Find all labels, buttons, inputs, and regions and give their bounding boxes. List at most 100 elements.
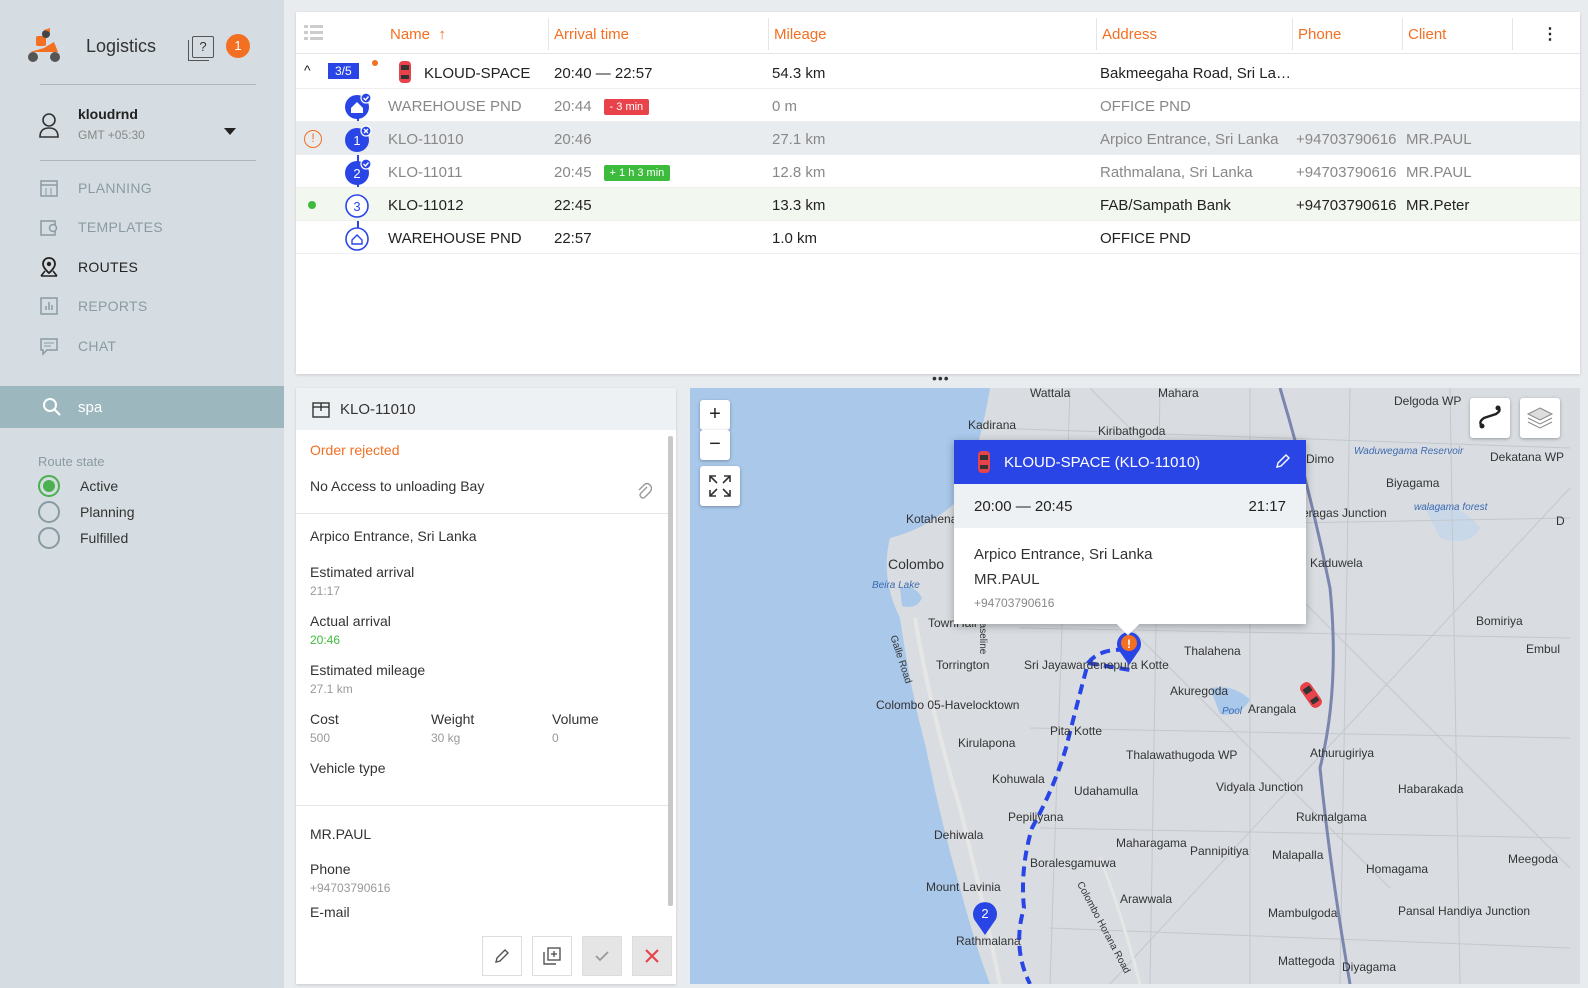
vehicle-type: Vehicle type bbox=[310, 760, 386, 776]
map-label: Delgoda WP bbox=[1394, 394, 1462, 408]
column-header-mileage[interactable]: Mileage bbox=[774, 26, 827, 43]
divider bbox=[40, 160, 256, 161]
table-row[interactable]: WAREHOUSE PND 20:44- 3 min 0 m OFFICE PN… bbox=[296, 89, 1580, 122]
nav-chat-label: CHAT bbox=[78, 337, 117, 354]
nav-chat[interactable]: CHAT bbox=[38, 326, 268, 366]
vehicle-icon bbox=[978, 451, 990, 473]
table-row[interactable]: ! 1 KLO-11010 20:46 27.1 km Arpico Entra… bbox=[296, 122, 1580, 155]
column-settings-icon[interactable] bbox=[304, 24, 324, 42]
map-label: Kohuwala bbox=[992, 772, 1045, 786]
table-row[interactable]: 2 KLO-11011 20:45 + 1 h 3 min 12.8 km Rat… bbox=[296, 155, 1580, 188]
pencil-icon bbox=[495, 949, 509, 963]
duplicate-button[interactable] bbox=[532, 936, 572, 976]
popup-address: Arpico Entrance, Sri Lanka bbox=[974, 546, 1153, 563]
svg-text:!: ! bbox=[1127, 637, 1131, 651]
radio-button[interactable] bbox=[38, 527, 60, 549]
chat-icon bbox=[38, 335, 60, 357]
reject-button[interactable] bbox=[632, 936, 672, 976]
map-label: Pannipitiya bbox=[1190, 844, 1249, 858]
nav-routes[interactable]: ROUTES bbox=[38, 247, 268, 287]
map-label: Rukmalgama bbox=[1296, 810, 1367, 824]
column-divider bbox=[1096, 18, 1097, 50]
fullscreen-button[interactable] bbox=[700, 466, 740, 506]
radio-active[interactable]: Active bbox=[38, 473, 135, 499]
nav-planning[interactable]: PLANNING bbox=[38, 168, 268, 208]
stop-mileage: 13.3 km bbox=[772, 197, 826, 214]
active-dot bbox=[308, 201, 316, 209]
user-timezone: GMT +05:30 bbox=[78, 128, 145, 142]
radio-label: Active bbox=[80, 478, 119, 494]
map-label: Dehiwala bbox=[934, 828, 984, 842]
route-map[interactable]: Wattala Mahara Kadirana Kiribathgoda Del… bbox=[690, 388, 1580, 984]
map-label: Beira Lake bbox=[872, 580, 920, 591]
search-bar bbox=[0, 386, 284, 428]
stop-mileage: 0 m bbox=[772, 98, 798, 115]
map-label: Bomiriya bbox=[1476, 614, 1523, 628]
radio-planning[interactable]: Planning bbox=[38, 499, 135, 525]
detail-header: KLO-11010 bbox=[296, 388, 676, 430]
client-name: MR.PAUL bbox=[310, 826, 372, 842]
user-menu[interactable]: kloudrnd GMT +05:30 bbox=[38, 104, 258, 148]
package-icon bbox=[312, 402, 330, 418]
collapse-chevron-icon[interactable]: ^ bbox=[304, 62, 311, 78]
edit-button[interactable] bbox=[482, 936, 522, 976]
stop-2-marker-icon[interactable]: 2 bbox=[970, 898, 1000, 936]
divider bbox=[40, 84, 256, 85]
column-header-phone[interactable]: Phone bbox=[1298, 26, 1341, 43]
sort-arrow-icon[interactable]: ↑ bbox=[438, 26, 446, 43]
route-state-filter: Route state Active Planning Fulfilled bbox=[38, 454, 135, 551]
caret-down-icon[interactable] bbox=[224, 128, 236, 135]
detail-scroll-area[interactable]: Order rejected No Access to unloading Ba… bbox=[296, 430, 668, 920]
scrollbar[interactable] bbox=[668, 436, 673, 906]
help-icon[interactable]: ? bbox=[188, 36, 214, 61]
vehicle-location-icon[interactable] bbox=[1296, 678, 1326, 712]
notification-badge[interactable]: 1 bbox=[226, 34, 250, 58]
table-row[interactable]: 3 KLO-11012 22:45 13.3 km FAB/Sampath Ba… bbox=[296, 188, 1580, 221]
check-icon bbox=[595, 951, 609, 962]
map-label: Embul bbox=[1526, 642, 1561, 656]
route-state-title: Route state bbox=[38, 454, 105, 469]
map-label: Udahamulla bbox=[1074, 784, 1139, 798]
panel-resize-handle[interactable]: ••• bbox=[932, 370, 950, 386]
column-divider bbox=[548, 18, 549, 50]
popup-header: KLOUD-SPACE (KLO-11010) bbox=[954, 440, 1306, 484]
radio-button-checked[interactable] bbox=[38, 475, 60, 497]
route-toggle-button[interactable] bbox=[1470, 398, 1510, 438]
radio-button[interactable] bbox=[38, 501, 60, 523]
estimated-arrival: Estimated arrival 21:17 bbox=[310, 564, 415, 598]
map-label: Arangala bbox=[1248, 702, 1297, 716]
stop-popup[interactable]: KLOUD-SPACE (KLO-11010) 20:00 — 20:45 21… bbox=[954, 440, 1306, 636]
confirm-button[interactable] bbox=[582, 936, 622, 976]
column-header-arrival[interactable]: Arrival time bbox=[554, 26, 629, 43]
user-name: kloudrnd bbox=[78, 106, 138, 122]
map-label: Kaduwela bbox=[1310, 556, 1363, 570]
search-input[interactable] bbox=[78, 395, 258, 419]
nav-templates[interactable]: TEMPLATES bbox=[38, 208, 268, 248]
user-icon bbox=[39, 113, 59, 138]
zoom-out-button[interactable]: − bbox=[700, 430, 730, 460]
more-vertical-icon[interactable]: ⋮ bbox=[1542, 24, 1558, 44]
stop-name: WAREHOUSE PND bbox=[388, 98, 522, 115]
map-label: Thalahena bbox=[1184, 644, 1241, 658]
edit-pencil-icon[interactable] bbox=[1274, 452, 1292, 470]
map-label: Waduwegama Reservoir bbox=[1354, 446, 1464, 457]
map-label: Vidyala Junction bbox=[1216, 780, 1304, 794]
table-row[interactable]: WAREHOUSE PND 22:57 1.0 km OFFICE PND bbox=[296, 221, 1580, 254]
radio-fulfilled[interactable]: Fulfilled bbox=[38, 525, 135, 551]
stop-arrival: 22:57 bbox=[554, 230, 592, 247]
route-row[interactable]: ^ 3/5 KLOUD-SPACE 20:40 — 22:57 54.3 km … bbox=[296, 56, 1580, 89]
layers-button[interactable] bbox=[1520, 398, 1560, 438]
map-label: Habarakada bbox=[1398, 782, 1464, 796]
weight: Weight 30 kg bbox=[431, 711, 475, 745]
map-label: Thalawathugoda WP bbox=[1126, 748, 1238, 762]
main-nav: PLANNING TEMPLATES ROUTES REPORTS CHAT bbox=[38, 168, 268, 366]
column-header-client[interactable]: Client bbox=[1408, 26, 1446, 43]
route-name: KLOUD-SPACE bbox=[424, 65, 531, 82]
order-id: KLO-11010 bbox=[340, 400, 416, 418]
column-header-address[interactable]: Address bbox=[1102, 26, 1157, 43]
nav-reports[interactable]: REPORTS bbox=[38, 287, 268, 327]
column-header-name[interactable]: Name ↑ bbox=[390, 26, 446, 43]
home-outline-icon bbox=[345, 227, 369, 251]
zoom-in-button[interactable]: + bbox=[700, 400, 730, 430]
attachment-icon[interactable] bbox=[636, 482, 652, 500]
